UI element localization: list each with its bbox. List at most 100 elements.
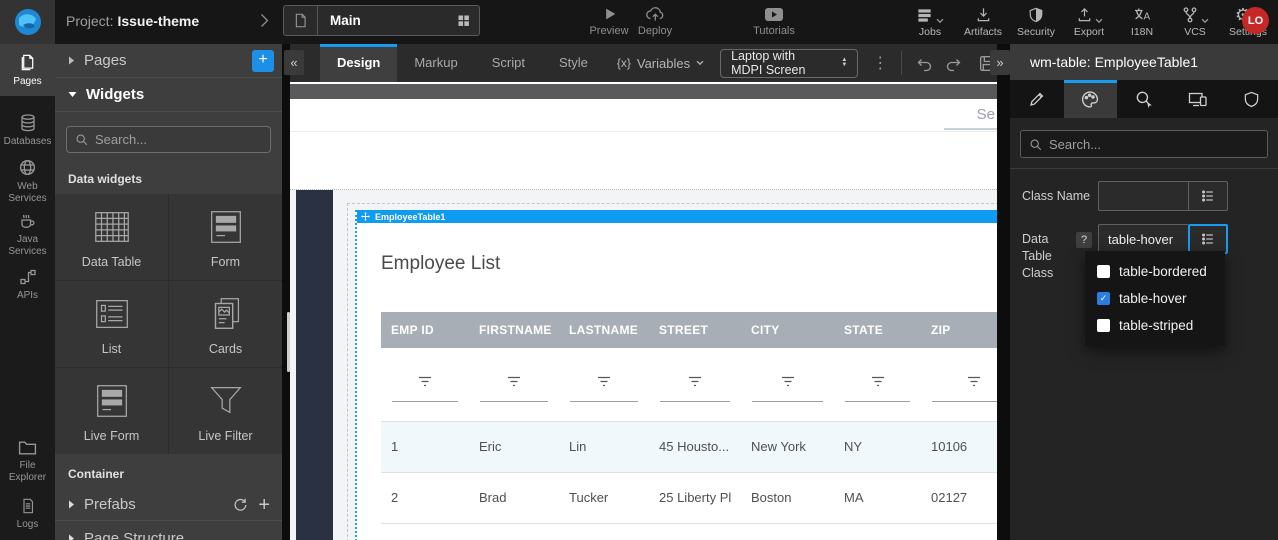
checkbox[interactable]: ✓ xyxy=(1097,292,1110,305)
tab-style[interactable] xyxy=(1064,80,1118,118)
filter-input[interactable] xyxy=(845,401,910,402)
filter-icon[interactable] xyxy=(597,376,611,388)
redo-button[interactable] xyxy=(945,55,964,72)
add-prefab-button[interactable]: + xyxy=(258,497,270,513)
filter-input[interactable] xyxy=(480,401,548,402)
column-header[interactable]: STREET xyxy=(649,312,741,348)
export-button[interactable]: Export xyxy=(1067,5,1111,38)
table-cell[interactable]: Eric xyxy=(469,421,559,472)
tab-events[interactable] xyxy=(1117,80,1171,118)
filter-icon[interactable] xyxy=(688,376,702,388)
column-header[interactable]: FIRSTNAME xyxy=(469,312,559,348)
table-row[interactable]: 1 Eric Lin 45 Housto... New York NY 1010… xyxy=(381,421,997,472)
user-avatar[interactable]: LO xyxy=(1242,7,1269,34)
sidebar-item-databases[interactable]: Databases xyxy=(0,106,55,154)
table-cell[interactable]: Tucker xyxy=(559,472,649,523)
filter-icon[interactable] xyxy=(781,376,795,388)
sidebar-item-logs[interactable]: Logs xyxy=(0,488,55,540)
table-cell[interactable]: New York xyxy=(741,421,834,472)
page-structure-section-row[interactable]: Page Structure xyxy=(55,521,282,540)
prefabs-section-row[interactable]: Prefabs + xyxy=(55,489,282,521)
widget-tile-live-filter[interactable]: Live Filter xyxy=(169,368,282,454)
table-cell[interactable]: Lin xyxy=(559,421,649,472)
expand-panel-button[interactable]: » xyxy=(990,50,1010,75)
collapse-panel-button[interactable]: « xyxy=(284,50,304,75)
tab-style[interactable]: Style xyxy=(542,44,605,82)
i18n-button[interactable]: A I18N xyxy=(1120,5,1164,38)
tab-design[interactable]: Design xyxy=(320,44,397,82)
widget-tile-form[interactable]: Form xyxy=(169,194,282,280)
sidebar-item-web-services[interactable]: Web Services xyxy=(0,154,55,208)
widget-selection-bar[interactable]: EmployeeTable1 xyxy=(357,210,997,223)
table-cell[interactable]: 1 xyxy=(381,421,469,472)
table-row[interactable]: 2 Brad Tucker 25 Liberty Pl Boston MA 02… xyxy=(381,472,997,523)
sidebar-item-java-services[interactable]: Java Services xyxy=(0,208,55,262)
widget-tile-cards[interactable]: Cards xyxy=(169,281,282,367)
table-cell[interactable]: 45 Housto... xyxy=(649,421,741,472)
column-header[interactable]: ZIP xyxy=(921,312,997,348)
widget-tile-list[interactable]: List xyxy=(55,281,168,367)
tutorials-button[interactable]: Tutorials xyxy=(748,5,800,37)
vcs-button[interactable]: VCS xyxy=(1173,5,1217,38)
filter-icon[interactable] xyxy=(871,376,885,388)
table-cell[interactable]: Boston xyxy=(741,472,834,523)
widget-search-input[interactable] xyxy=(95,132,271,147)
pages-section-row[interactable]: Pages + xyxy=(55,44,282,78)
device-select[interactable]: Laptop with MDPI Screen ▲▼ xyxy=(720,49,858,78)
tab-script[interactable]: Script xyxy=(475,44,542,82)
kebab-menu-icon[interactable]: ⋮ xyxy=(872,53,888,73)
filter-input[interactable] xyxy=(570,401,638,402)
sidebar-item-apis[interactable]: APIs xyxy=(0,262,55,308)
filter-input[interactable] xyxy=(752,401,823,402)
data-table-class-input[interactable] xyxy=(1098,224,1188,254)
help-icon[interactable]: ? xyxy=(1076,232,1092,248)
tab-security[interactable] xyxy=(1224,80,1278,118)
option-table-hover[interactable]: ✓ table-hover xyxy=(1097,291,1213,306)
jobs-button[interactable]: Jobs xyxy=(908,5,952,38)
table-cell[interactable]: Brad xyxy=(469,472,559,523)
table-cell[interactable]: 2 xyxy=(381,472,469,523)
tab-devices[interactable] xyxy=(1171,80,1225,118)
option-table-striped[interactable]: ✓ table-striped xyxy=(1097,318,1213,333)
wavemaker-logo[interactable] xyxy=(0,0,55,44)
data-table-class-list-button[interactable] xyxy=(1188,224,1228,254)
class-name-list-button[interactable] xyxy=(1188,181,1228,211)
filter-input[interactable] xyxy=(932,401,997,402)
add-page-button[interactable]: + xyxy=(252,50,274,72)
table-cell[interactable]: 02127 xyxy=(921,472,997,523)
table-cell[interactable]: 25 Liberty Pl xyxy=(649,472,741,523)
preview-button[interactable]: Preview xyxy=(588,5,630,37)
widget-tile-live-form[interactable]: Live Form xyxy=(55,368,168,454)
tab-properties[interactable] xyxy=(1010,80,1064,118)
option-table-bordered[interactable]: ✓ table-bordered xyxy=(1097,264,1213,279)
undo-button[interactable] xyxy=(914,55,933,72)
tab-markup[interactable]: Markup xyxy=(397,44,474,82)
artifacts-button[interactable]: Artifacts xyxy=(961,5,1005,38)
security-button[interactable]: Security xyxy=(1014,5,1058,38)
chevron-right-icon[interactable] xyxy=(260,13,269,28)
inspector-search-input[interactable] xyxy=(1049,137,1259,152)
filter-icon[interactable] xyxy=(967,376,981,388)
column-header[interactable]: STATE xyxy=(834,312,921,348)
page-tab-main[interactable]: Main xyxy=(283,5,480,36)
deploy-button[interactable]: Deploy xyxy=(633,5,677,37)
checkbox[interactable]: ✓ xyxy=(1097,319,1110,332)
column-header[interactable]: EMP ID xyxy=(381,312,469,348)
filter-input[interactable] xyxy=(392,401,458,402)
widget-tile-data-table[interactable]: Data Table xyxy=(55,194,168,280)
table-cell[interactable]: NY xyxy=(834,421,921,472)
column-header[interactable]: LASTNAME xyxy=(559,312,649,348)
variables-button[interactable]: {x} Variables xyxy=(617,44,704,82)
table-cell[interactable]: MA xyxy=(834,472,921,523)
checkbox[interactable]: ✓ xyxy=(1097,265,1110,278)
column-header[interactable]: CITY xyxy=(741,312,834,348)
employee-table-widget[interactable]: EmployeeTable1 Employee List EMP ID FIRS… xyxy=(355,210,997,540)
sidebar-item-pages[interactable]: Pages xyxy=(0,44,55,96)
pages-grid-icon[interactable] xyxy=(456,13,471,28)
table-cell[interactable]: 10106 xyxy=(921,421,997,472)
filter-input[interactable] xyxy=(660,401,730,402)
refresh-icon[interactable] xyxy=(232,497,248,513)
widgets-section-row[interactable]: Widgets xyxy=(55,78,282,112)
sidebar-item-file-explorer[interactable]: File Explorer xyxy=(0,434,55,488)
filter-icon[interactable] xyxy=(507,376,521,388)
